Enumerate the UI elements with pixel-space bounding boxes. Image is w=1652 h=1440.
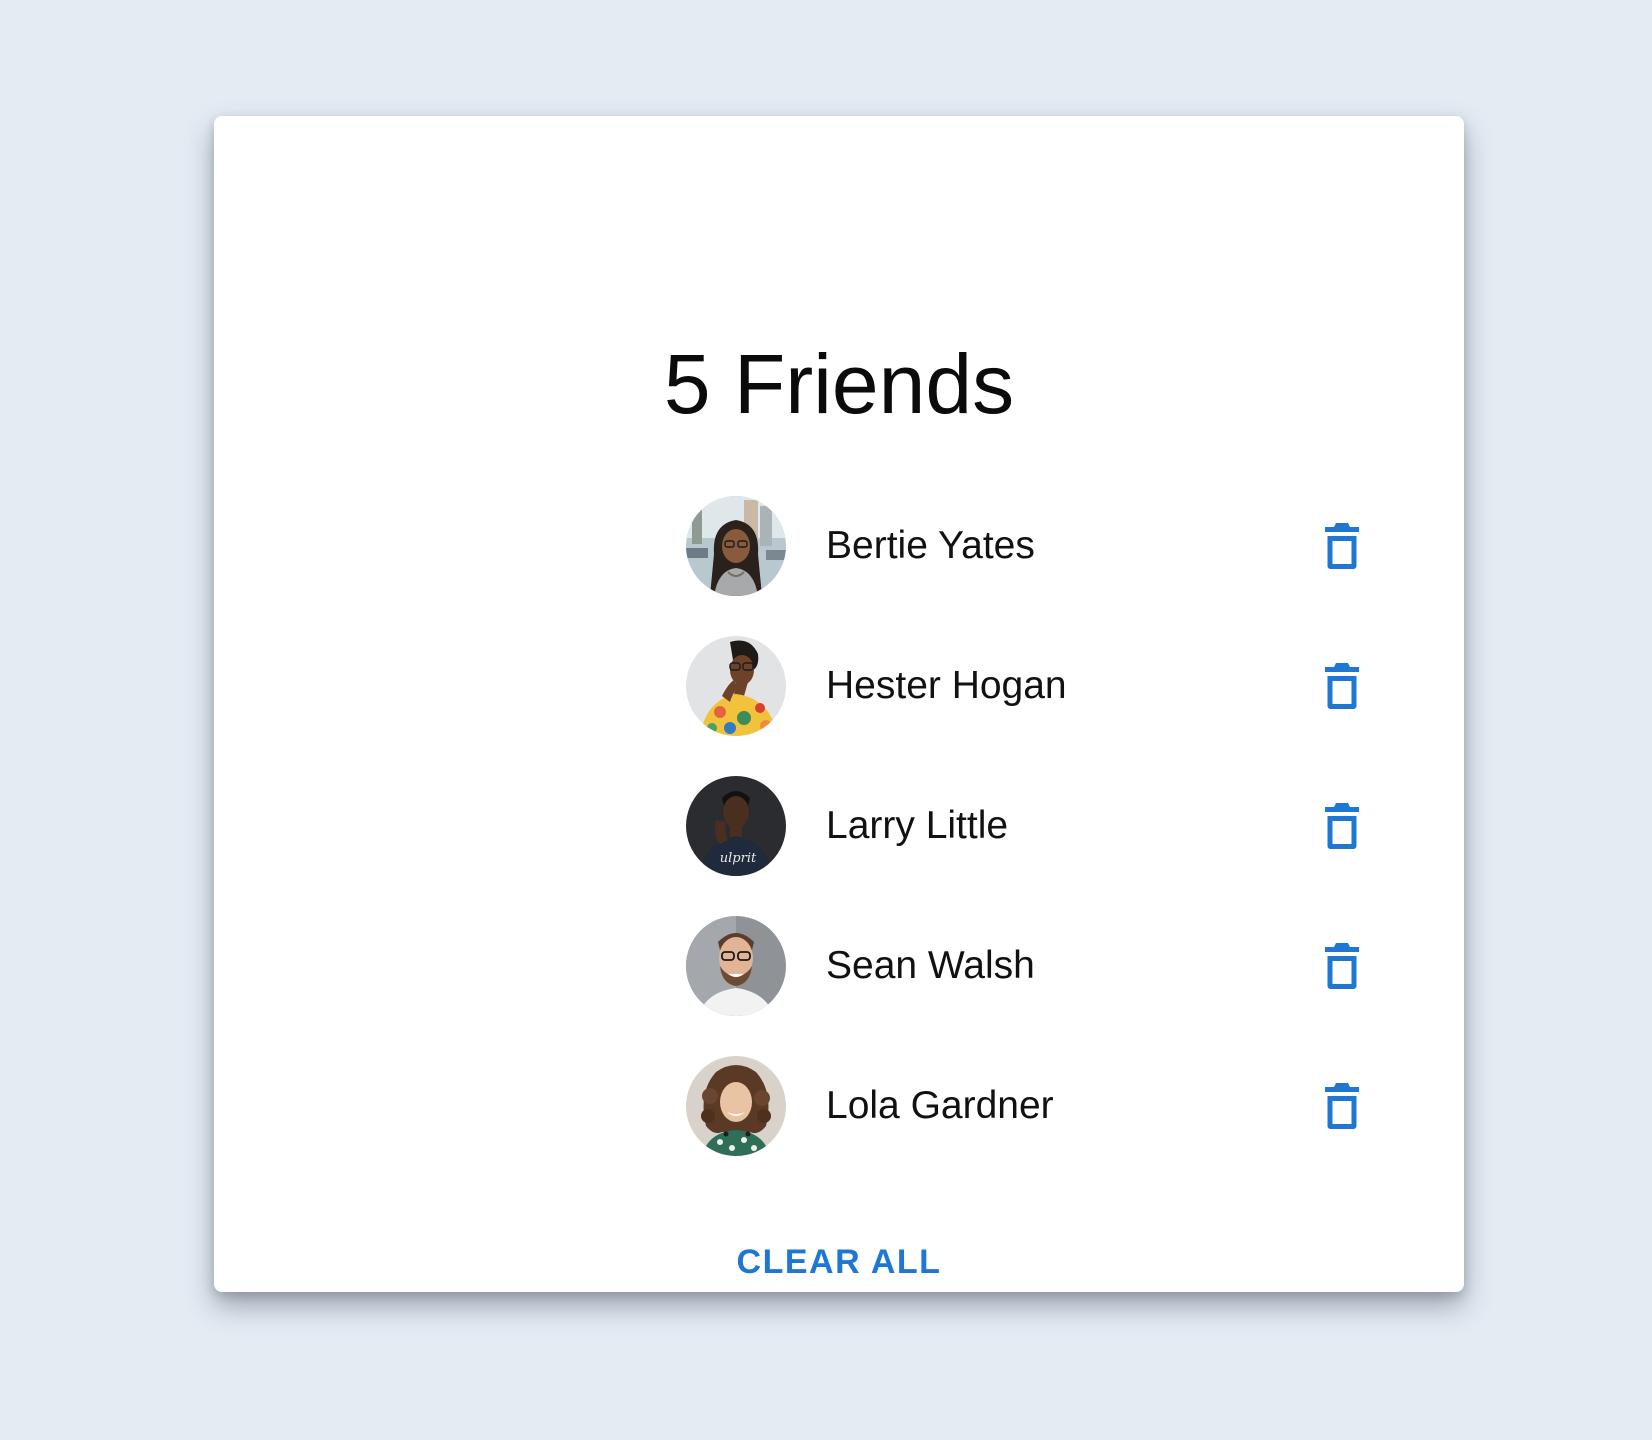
friend-name: Larry Little [826, 804, 1009, 847]
trash-icon [1325, 943, 1359, 989]
trash-icon [1325, 803, 1359, 849]
delete-friend-button[interactable] [1314, 658, 1370, 714]
delete-friend-button[interactable] [1314, 938, 1370, 994]
trash-icon [1325, 1083, 1359, 1129]
friend-name: Lola Gardner [826, 1084, 1054, 1127]
friend-list: Bertie Yates Hester Hogan ulprit Larry L… [686, 496, 1386, 1196]
page-title: 5 Friends [663, 337, 1015, 431]
delete-friend-button[interactable] [1314, 518, 1370, 574]
avatar: ulprit [686, 776, 786, 876]
avatar [686, 496, 786, 596]
friend-name: Bertie Yates [826, 524, 1035, 567]
friend-name: Sean Walsh [826, 944, 1035, 987]
trash-icon [1325, 523, 1359, 569]
avatar-photo-bertie [686, 496, 786, 596]
list-item: Sean Walsh [686, 916, 1386, 1056]
list-item: Hester Hogan [686, 636, 1386, 776]
avatar-photo-sean [686, 916, 786, 1016]
avatar [686, 1056, 786, 1156]
svg-text:ulprit: ulprit [720, 851, 757, 866]
list-item: ulprit Larry Little [686, 776, 1386, 916]
avatar-photo-lola [686, 1056, 786, 1156]
avatar-photo-larry: ulprit [686, 776, 786, 876]
list-item: Lola Gardner [686, 1056, 1386, 1196]
delete-friend-button[interactable] [1314, 798, 1370, 854]
friend-name: Hester Hogan [826, 664, 1067, 707]
avatar [686, 916, 786, 1016]
delete-friend-button[interactable] [1314, 1078, 1370, 1134]
clear-all-button[interactable]: CLEAR ALL [719, 1236, 959, 1288]
friends-card: 5 Friends Bertie Yates Hester Hogan ulpr… [214, 116, 1464, 1292]
avatar-photo-hester [686, 636, 786, 736]
avatar [686, 636, 786, 736]
trash-icon [1325, 663, 1359, 709]
list-item: Bertie Yates [686, 496, 1386, 636]
